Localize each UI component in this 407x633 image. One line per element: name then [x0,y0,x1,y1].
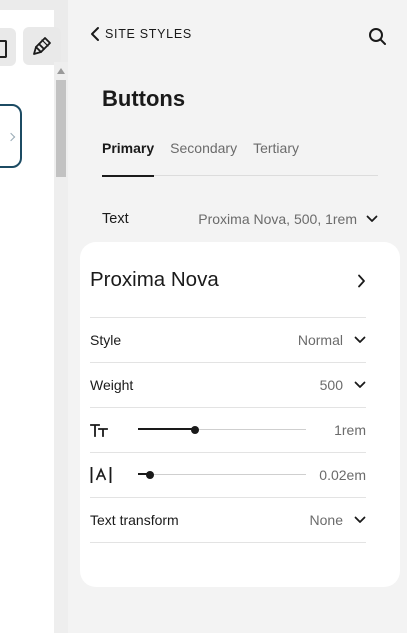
slider-track [138,474,306,475]
style-label: Style [90,332,122,348]
font-size-icon [90,420,112,440]
weight-row[interactable]: Weight 500 [90,363,366,408]
scroll-up-arrow-icon[interactable] [57,68,65,74]
search-icon[interactable] [368,27,387,46]
site-styles-button[interactable] [23,27,61,65]
letter-spacing-row: 0.02em [90,453,366,498]
chevron-down-icon [366,215,378,222]
back-button[interactable]: SITE STYLES [90,26,192,42]
canvas-scrollbar[interactable] [54,62,68,633]
scroll-thumb[interactable] [56,80,66,177]
text-setting-row[interactable]: Text Proxima Nova, 500, 1rem [102,211,378,227]
weight-label: Weight [90,377,134,393]
chevron-down-icon [354,516,366,523]
page-title: Buttons [102,86,186,111]
button-preview[interactable] [0,104,22,168]
slider-fill [138,428,196,430]
back-label: SITE STYLES [105,27,192,41]
text-setting-value: Proxima Nova, 500, 1rem [198,211,357,227]
text-transform-label: Text transform [90,512,179,528]
font-family-selector[interactable]: Proxima Nova [90,264,366,318]
button-type-tabs: Primary Secondary Tertiary [102,140,378,177]
letter-spacing-slider[interactable] [138,468,306,482]
text-transform-row[interactable]: Text transform None [90,498,366,543]
slider-thumb[interactable] [145,471,154,479]
font-size-value: 1rem [334,422,366,438]
letter-spacing-icon [90,465,112,485]
style-value: Normal [297,332,343,348]
chevron-down-icon [354,336,366,343]
text-transform-value: None [309,512,343,528]
text-setting-label: Text [102,211,129,227]
slider-thumb[interactable] [191,426,200,434]
chevron-left-icon [91,27,99,41]
letter-spacing-value: 0.02em [319,467,366,483]
site-canvas [0,0,68,633]
paintbrush-icon [33,37,51,55]
tab-primary[interactable]: Primary [102,140,155,177]
frame-button[interactable] [0,28,16,66]
style-row[interactable]: Style Normal [90,318,366,363]
canvas-page [0,10,61,633]
chevron-down-icon [354,381,366,388]
weight-value: 500 [319,377,343,393]
chevron-right-icon [358,274,365,288]
style-panel: SITE STYLES Buttons Primary Secondary Te… [68,0,407,633]
tab-secondary[interactable]: Secondary [170,140,237,176]
font-family-name: Proxima Nova [90,268,219,291]
tab-tertiary[interactable]: Tertiary [253,140,299,176]
font-size-slider[interactable] [138,423,306,437]
font-size-row: 1rem [90,408,366,453]
